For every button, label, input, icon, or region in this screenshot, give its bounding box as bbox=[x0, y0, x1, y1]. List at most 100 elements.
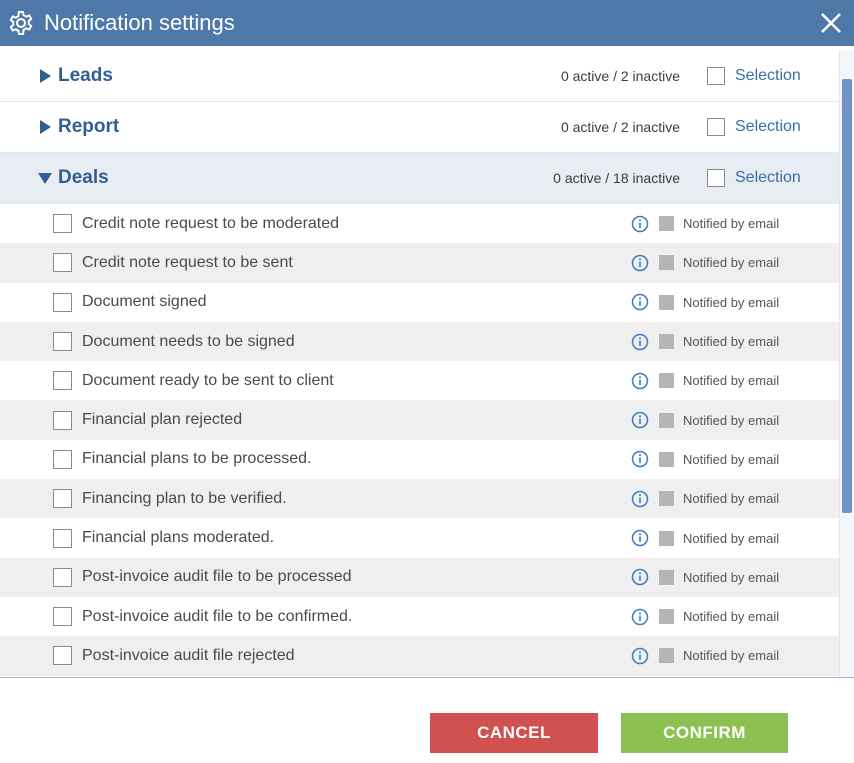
list-item: Financial plans to be processed. Notified… bbox=[0, 440, 840, 479]
item-label: Credit note request to be sent bbox=[82, 253, 293, 271]
info-icon[interactable] bbox=[631, 333, 649, 351]
item-checkbox[interactable] bbox=[53, 292, 72, 312]
dialog-title: Notification settings bbox=[44, 10, 235, 35]
item-checkbox[interactable] bbox=[53, 567, 72, 587]
list-item: Post-invoice audit file rejected Notified… bbox=[0, 636, 840, 676]
email-toggle-checkbox[interactable] bbox=[659, 648, 674, 664]
item-label: Post-invoice audit file to be confirmed. bbox=[82, 607, 353, 625]
email-toggle-checkbox[interactable] bbox=[659, 334, 674, 350]
scrollbar-thumb[interactable] bbox=[842, 79, 852, 513]
info-icon[interactable] bbox=[631, 215, 649, 233]
list-item: Financing plan to be verified. Notified b… bbox=[0, 479, 840, 519]
item-label: Financing plan to be verified. bbox=[82, 489, 287, 507]
email-toggle-label: Notified by email bbox=[683, 412, 780, 428]
gear-icon bbox=[8, 10, 34, 36]
email-toggle-checkbox[interactable] bbox=[659, 569, 674, 585]
item-checkbox[interactable] bbox=[53, 646, 72, 666]
info-icon[interactable] bbox=[631, 293, 649, 311]
confirm-button[interactable]: CONFIRM bbox=[621, 713, 788, 753]
info-icon[interactable] bbox=[631, 450, 649, 468]
scrollbar[interactable] bbox=[839, 51, 854, 677]
item-label: Post-invoice audit file rejected bbox=[82, 646, 295, 664]
item-label: Document needs to be signed bbox=[82, 332, 295, 350]
item-label: Credit note request to be moderated bbox=[82, 214, 340, 232]
email-toggle-checkbox[interactable] bbox=[659, 491, 674, 507]
section-title: Report bbox=[58, 116, 120, 137]
close-icon[interactable] bbox=[816, 8, 846, 38]
item-label: Document signed bbox=[82, 293, 207, 311]
info-icon[interactable] bbox=[631, 254, 649, 272]
item-checkbox[interactable] bbox=[53, 253, 72, 273]
dialog-footer: CANCEL CONFIRM bbox=[0, 677, 854, 763]
email-toggle-label: Notified by email bbox=[683, 373, 780, 389]
section-select-checkbox[interactable] bbox=[707, 118, 725, 136]
email-toggle-label: Notified by email bbox=[683, 530, 780, 546]
dialog-content: Leads 0 active / 2 inactive Selection Re… bbox=[0, 51, 854, 677]
email-toggle-checkbox[interactable] bbox=[659, 255, 674, 271]
email-toggle-label: Notified by email bbox=[683, 451, 780, 467]
info-icon[interactable] bbox=[631, 372, 649, 390]
section-select-label[interactable]: Selection bbox=[735, 169, 801, 187]
section-count: 0 active / 18 inactive bbox=[553, 170, 680, 186]
email-toggle-label: Notified by email bbox=[683, 491, 780, 507]
email-toggle-label: Notified by email bbox=[683, 294, 780, 310]
info-icon[interactable] bbox=[631, 411, 649, 429]
email-toggle-checkbox[interactable] bbox=[659, 294, 674, 310]
email-toggle-checkbox[interactable] bbox=[659, 216, 674, 232]
section-count: 0 active / 2 inactive bbox=[560, 68, 680, 84]
list-item: Post-invoice audit file to be confirmed.… bbox=[0, 597, 840, 636]
info-icon[interactable] bbox=[631, 647, 649, 665]
section-header-leads[interactable]: Leads 0 active / 2 inactive Selection bbox=[0, 51, 840, 102]
list-item: Document signed Notified by email bbox=[0, 283, 840, 322]
caret-right-icon[interactable] bbox=[38, 69, 52, 83]
item-label: Document ready to be sent to client bbox=[82, 371, 334, 389]
item-checkbox[interactable] bbox=[53, 489, 72, 509]
item-checkbox[interactable] bbox=[53, 410, 72, 430]
cancel-button[interactable]: CANCEL bbox=[430, 713, 598, 753]
section-select-label[interactable]: Selection bbox=[735, 118, 801, 136]
item-label: Financial plans moderated. bbox=[82, 529, 275, 547]
email-toggle-checkbox[interactable] bbox=[659, 373, 674, 389]
info-icon[interactable] bbox=[631, 529, 649, 547]
list-item: Financial plan rejected Notified by email bbox=[0, 400, 840, 440]
section-select-label[interactable]: Selection bbox=[735, 67, 801, 85]
deals-notification-list: Credit note request to be moderated Notif… bbox=[0, 204, 854, 676]
item-checkbox[interactable] bbox=[53, 607, 72, 627]
section-title: Deals bbox=[58, 167, 109, 188]
email-toggle-label: Notified by email bbox=[683, 609, 780, 625]
item-checkbox[interactable] bbox=[53, 528, 72, 548]
item-checkbox[interactable] bbox=[53, 449, 72, 469]
email-toggle-label: Notified by email bbox=[683, 255, 780, 271]
email-toggle-label: Notified by email bbox=[683, 569, 780, 585]
list-item: Credit note request to be sent Notified b… bbox=[0, 243, 840, 283]
email-toggle-checkbox[interactable] bbox=[659, 412, 674, 428]
section-header-report[interactable]: Report 0 active / 2 inactive Selection bbox=[0, 102, 840, 153]
section-select-checkbox[interactable] bbox=[707, 67, 725, 85]
email-toggle-label: Notified by email bbox=[683, 216, 780, 232]
caret-down-icon[interactable] bbox=[38, 172, 52, 184]
item-checkbox[interactable] bbox=[53, 214, 72, 234]
email-toggle-checkbox[interactable] bbox=[659, 530, 674, 546]
dialog-titlebar: Notification settings bbox=[0, 0, 854, 46]
item-label: Financial plan rejected bbox=[82, 411, 243, 429]
item-checkbox[interactable] bbox=[53, 332, 72, 352]
email-toggle-label: Notified by email bbox=[683, 334, 780, 350]
item-checkbox[interactable] bbox=[53, 371, 72, 391]
list-item: Post-invoice audit file to be processed N… bbox=[0, 557, 840, 597]
email-toggle-checkbox[interactable] bbox=[659, 451, 674, 467]
section-title: Leads bbox=[58, 65, 113, 86]
section-select-checkbox[interactable] bbox=[707, 169, 725, 187]
section-count: 0 active / 2 inactive bbox=[560, 119, 680, 135]
section-header-deals[interactable]: Deals 0 active / 18 inactive Selection bbox=[0, 153, 840, 204]
info-icon[interactable] bbox=[631, 568, 649, 586]
list-item: Credit note request to be moderated Notif… bbox=[0, 204, 840, 243]
item-label: Post-invoice audit file to be processed bbox=[82, 568, 352, 586]
list-item: Document needs to be signed Notified by e… bbox=[0, 321, 840, 362]
info-icon[interactable] bbox=[631, 490, 649, 508]
item-label: Financial plans to be processed. bbox=[82, 450, 312, 468]
caret-right-icon[interactable] bbox=[38, 120, 52, 134]
info-icon[interactable] bbox=[631, 608, 649, 626]
email-toggle-label: Notified by email bbox=[683, 648, 780, 664]
email-toggle-checkbox[interactable] bbox=[659, 609, 674, 625]
list-item: Document ready to be sent to client Notif… bbox=[0, 361, 840, 400]
